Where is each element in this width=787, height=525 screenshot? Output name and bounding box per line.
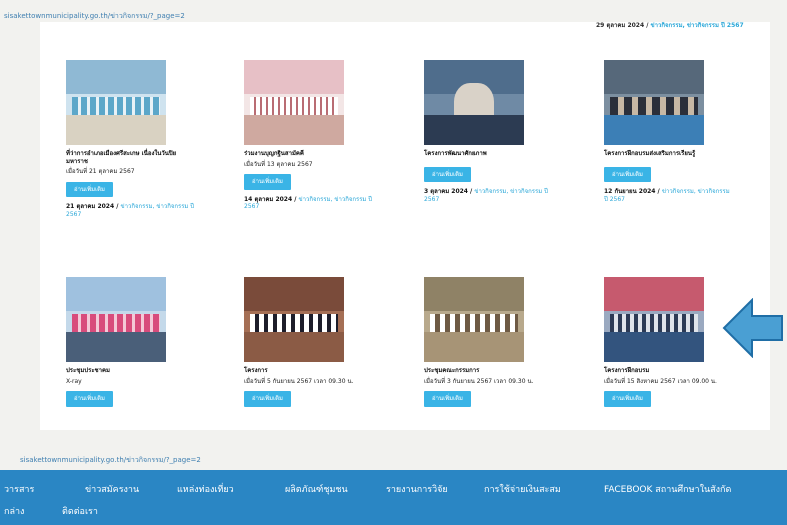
card-meta: 12 กันยายน 2024 / ข่าวกิจกรรม, ข่าวกิจกร… [604, 188, 734, 203]
news-photo[interactable] [244, 277, 344, 362]
news-photo[interactable] [424, 60, 524, 145]
card-excerpt: เมื่อวันที่ 13 ตุลาคม 2567 [244, 160, 313, 168]
news-photo[interactable] [604, 60, 704, 145]
card-category[interactable]: ข่าวกิจกรรม, ข่าวกิจกรรม ปี 2567 [651, 22, 744, 29]
read-more-button[interactable]: อ่านเพิ่มเติม [424, 391, 471, 407]
read-more-button[interactable]: อ่านเพิ่มเติม [604, 166, 651, 182]
card-meta: 3 ตุลาคม 2024 / ข่าวกิจกรรม, ข่าวกิจกรรม… [424, 188, 554, 203]
card-meta: 21 ตุลาคม 2024 / ข่าวกิจกรรม, ข่าวกิจกรร… [66, 203, 196, 218]
card-excerpt: เมื่อวันที่ 15 สิงหาคม 2567 เวลา 09.00 น… [604, 377, 717, 385]
news-card: ประชุมคณะกรรมการ เมื่อวันที่ 3 กันยายน 2… [424, 277, 554, 407]
top-row-meta: 29 ตุลาคม 2024 / ข่าวกิจกรรม, ข่าวกิจกรร… [596, 22, 744, 30]
card-date: 21 ตุลาคม 2024 / [66, 203, 119, 210]
news-card: โครงการพัฒนาศักยภาพ อ่านเพิ่มเติม 3 ตุลา… [424, 60, 554, 203]
nav-item[interactable]: กล่าง [4, 504, 24, 518]
card-excerpt: เมื่อวันที่ 5 กันยายน 2567 เวลา 09.30 น. [244, 377, 354, 385]
card-title[interactable]: โครงการ [244, 367, 374, 375]
news-card: โครงการ เมื่อวันที่ 5 กันยายน 2567 เวลา … [244, 277, 374, 407]
card-date: 14 ตุลาคม 2024 / [244, 195, 297, 203]
read-more-button[interactable]: อ่านเพิ่มเติม [66, 391, 113, 407]
nav-item[interactable]: วารสาร [4, 482, 34, 496]
card-date: 12 กันยายน 2024 / [604, 188, 660, 195]
card-title[interactable]: โครงการฝึกอบรมส่งเสริมการเรียนรู้ [604, 150, 734, 158]
card-excerpt: เมื่อวันที่ 3 กันยายน 2567 เวลา 09.30 น. [424, 377, 534, 385]
nav-item[interactable]: ผลิตภัณฑ์ชุมชน [285, 482, 348, 496]
card-title[interactable]: ร่วมงานบุญกฐินสามัคคี [244, 150, 374, 158]
news-card: โครงการฝึกอบรมส่งเสริมการเรียนรู้ อ่านเพ… [604, 60, 734, 203]
read-more-button[interactable]: อ่านเพิ่มเติม [244, 174, 291, 190]
card-date: 29 ตุลาคม 2024 / [596, 22, 649, 29]
nav-item[interactable]: FACEBOOK สถานศึกษาในสังกัด [604, 482, 731, 496]
nav-item[interactable]: รายงานการวิจัย [386, 482, 448, 496]
card-title[interactable]: ที่ว่าการอำเภอเมืองศรีสะเกษ เนื่องในวันป… [66, 150, 196, 165]
news-photo[interactable] [604, 277, 704, 362]
nav-item[interactable]: ติดต่อเรา [62, 504, 98, 518]
card-title[interactable]: โครงการพัฒนาศักยภาพ [424, 150, 554, 158]
card-title[interactable]: ประชุมคณะกรรมการ [424, 367, 554, 375]
news-grid: 29 ตุลาคม 2024 / ข่าวกิจกรรม, ข่าวกิจกรร… [40, 22, 770, 430]
read-more-button[interactable]: อ่านเพิ่มเติม [424, 166, 471, 182]
nav-item[interactable]: การใช้จ่ายเงินสะสม [484, 482, 561, 496]
news-photo[interactable] [66, 277, 166, 362]
card-meta: 14 ตุลาคม 2024 / ข่าวกิจกรรม, ข่าวกิจกรร… [244, 196, 374, 211]
read-more-button[interactable]: อ่านเพิ่มเติม [66, 181, 113, 197]
card-date: 3 ตุลาคม 2024 / [424, 188, 473, 195]
footer-nav: วารสาร ข่าวสมัครงาน แหล่งท่องเที่ยว ผลิต… [0, 470, 787, 525]
top-url[interactable]: sisakettownmunicipality.go.th/ข่าวกิจกรร… [4, 11, 185, 22]
news-card: ที่ว่าการอำเภอเมืองศรีสะเกษ เนื่องในวันป… [66, 60, 196, 218]
card-title[interactable]: โครงการฝึกอบรม [604, 367, 734, 375]
left-arrow-icon [722, 298, 783, 358]
read-more-button[interactable]: อ่านเพิ่มเติม [244, 391, 291, 407]
news-card: ประชุมประชาคม X-ray อ่านเพิ่มเติม [66, 277, 196, 407]
read-more-button[interactable]: อ่านเพิ่มเติม [604, 391, 651, 407]
card-title[interactable]: ประชุมประชาคม [66, 367, 196, 375]
news-card: โครงการฝึกอบรม เมื่อวันที่ 15 สิงหาคม 25… [604, 277, 734, 407]
news-photo[interactable] [66, 60, 166, 145]
nav-item[interactable]: ข่าวสมัครงาน [85, 482, 139, 496]
card-excerpt: X-ray [66, 377, 82, 385]
card-excerpt: เมื่อวันที่ 21 ตุลาคม 2567 [66, 168, 135, 175]
bottom-url[interactable]: sisakettownmunicipality.go.th/ข่าวกิจกรร… [20, 455, 201, 466]
news-photo[interactable] [424, 277, 524, 362]
news-card: ร่วมงานบุญกฐินสามัคคี เมื่อวันที่ 13 ตุล… [244, 60, 374, 211]
news-photo[interactable] [244, 60, 344, 145]
nav-item[interactable]: แหล่งท่องเที่ยว [177, 482, 234, 496]
